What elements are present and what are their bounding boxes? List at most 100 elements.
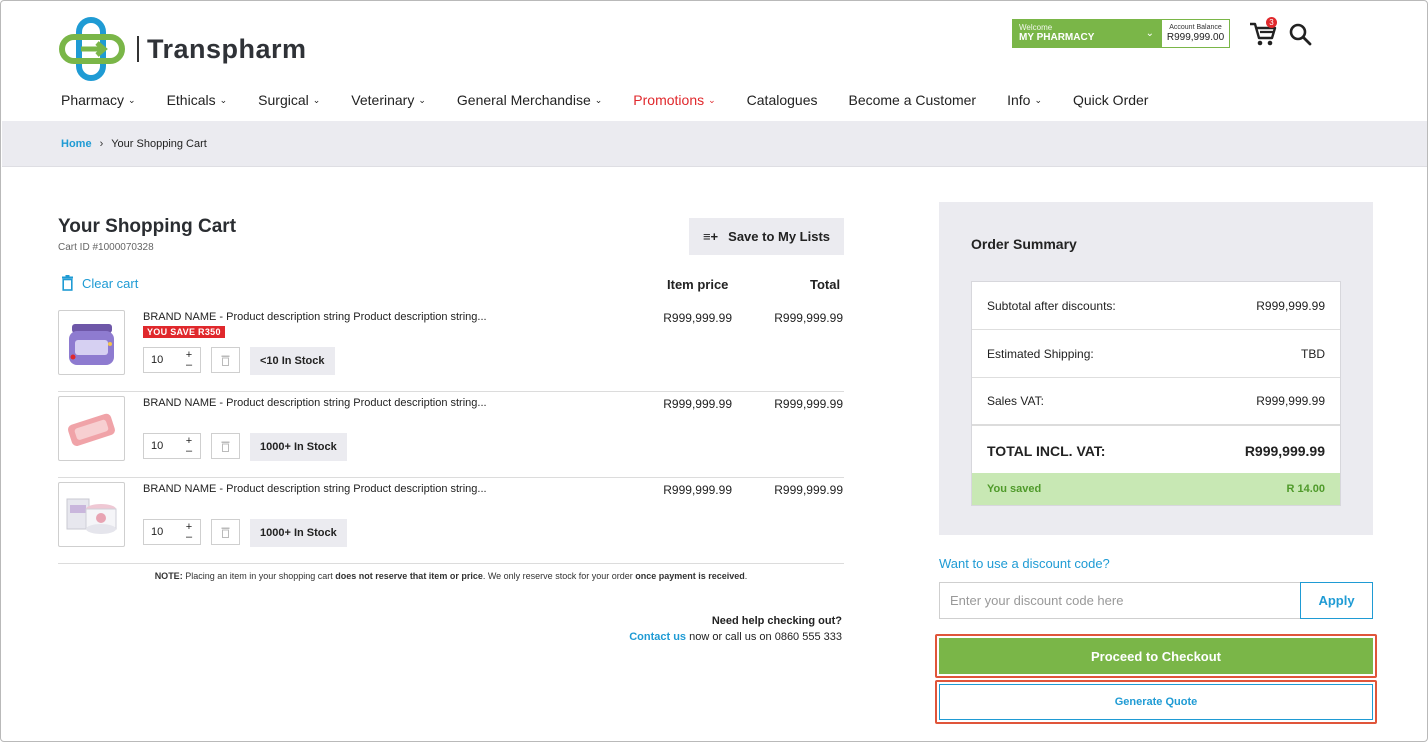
nav-veterinary[interactable]: Veterinary ⌄ bbox=[351, 92, 426, 108]
page-title: Your Shopping Cart bbox=[58, 216, 237, 237]
cart-row: BRAND NAME - Product description string … bbox=[58, 306, 844, 392]
decrement-icon[interactable]: – bbox=[186, 360, 192, 371]
chevron-down-icon: ⌄ bbox=[418, 94, 426, 105]
nav-pharmacy[interactable]: Pharmacy ⌄ bbox=[61, 92, 136, 108]
cart-note: NOTE: Placing an item in your shopping c… bbox=[154, 571, 748, 581]
help-phone-text: now or call us on 0860 555 333 bbox=[686, 631, 842, 643]
product-thumbnail[interactable] bbox=[58, 396, 125, 461]
item-total: R999,999.99 bbox=[774, 483, 843, 497]
trash-icon bbox=[62, 275, 73, 291]
quantity-value[interactable]: 10 bbox=[144, 354, 181, 366]
nav-quick-order[interactable]: Quick Order bbox=[1073, 92, 1148, 108]
chevron-down-icon: ⌄ bbox=[219, 94, 228, 105]
cart-row: BRAND NAME - Product description string … bbox=[58, 478, 844, 564]
column-item-price: Item price bbox=[667, 277, 729, 292]
item-price: R999,999.99 bbox=[663, 397, 732, 411]
nav-catalogues[interactable]: Catalogues bbox=[747, 92, 818, 108]
account-balance: Account Balance R999,999.00 bbox=[1162, 20, 1229, 47]
discount-code-label[interactable]: Want to use a discount code? bbox=[939, 556, 1110, 571]
column-total: Total bbox=[810, 277, 841, 292]
product-description[interactable]: BRAND NAME - Product description string … bbox=[143, 483, 487, 495]
chevron-down-icon: ⌄ bbox=[312, 94, 321, 105]
clear-cart-button[interactable]: Clear cart bbox=[61, 275, 138, 291]
trash-icon bbox=[221, 355, 230, 366]
remove-item-button[interactable] bbox=[211, 433, 240, 459]
savings-bar: You saved R 14.00 bbox=[972, 473, 1340, 505]
playlist-add-icon: ≡+ bbox=[702, 229, 719, 244]
chevron-down-icon: ⌄ bbox=[1034, 94, 1042, 105]
nav-become-a-customer[interactable]: Become a Customer bbox=[848, 92, 976, 108]
cart-row: BRAND NAME - Product description string … bbox=[58, 392, 844, 478]
breadcrumb-current: Your Shopping Cart bbox=[111, 138, 207, 150]
chevron-right-icon: › bbox=[99, 138, 104, 150]
stock-badge: 1000+ In Stock bbox=[250, 519, 347, 547]
generate-quote-button[interactable]: Generate Quote bbox=[939, 684, 1373, 720]
trash-icon bbox=[221, 441, 230, 452]
checkout-help: Need help checking out? Contact us now o… bbox=[629, 613, 842, 645]
summary-row-vat: Sales VAT: R999,999.99 bbox=[972, 378, 1340, 426]
product-description[interactable]: BRAND NAME - Product description string … bbox=[143, 397, 487, 409]
balance-value: R999,999.00 bbox=[1166, 32, 1225, 43]
breadcrumb-home-link[interactable]: Home bbox=[61, 138, 92, 150]
logo-divider bbox=[137, 36, 139, 62]
search-icon[interactable] bbox=[1288, 22, 1312, 46]
breadcrumb: Home › Your Shopping Cart bbox=[61, 138, 207, 150]
nav-general-merchandise[interactable]: General Merchandise ⌄ bbox=[457, 92, 602, 108]
remove-item-button[interactable] bbox=[211, 347, 240, 373]
quantity-value[interactable]: 10 bbox=[144, 440, 181, 452]
stock-badge: 1000+ In Stock bbox=[250, 433, 347, 461]
quantity-stepper[interactable]: 10 + – bbox=[143, 519, 201, 545]
decrement-icon[interactable]: – bbox=[186, 532, 192, 543]
decrement-icon[interactable]: – bbox=[186, 446, 192, 457]
chevron-down-icon: ⌄ bbox=[128, 94, 136, 105]
jar-icon bbox=[69, 324, 114, 365]
brand-logo[interactable]: Transpharm bbox=[59, 17, 307, 81]
page-frame: Transpharm Welcome MY PHARMACY ⌄ Account… bbox=[0, 0, 1428, 742]
box-icon bbox=[66, 498, 117, 534]
product-thumbnail[interactable] bbox=[58, 482, 125, 547]
quantity-stepper[interactable]: 10 + – bbox=[143, 433, 201, 459]
nav-promotions[interactable]: Promotions ⌄ bbox=[633, 92, 715, 108]
help-title: Need help checking out? bbox=[711, 615, 842, 627]
chevron-down-icon: ⌄ bbox=[594, 94, 603, 105]
soap-icon bbox=[67, 413, 115, 446]
savings-badge: YOU SAVE R350 bbox=[143, 326, 225, 338]
main-nav: Pharmacy ⌄ Ethicals ⌄ Surgical ⌄ Veterinary… bbox=[61, 92, 1179, 108]
quantity-value[interactable]: 10 bbox=[144, 526, 181, 538]
account-name-dropdown[interactable]: Welcome MY PHARMACY ⌄ bbox=[1013, 20, 1162, 47]
order-summary-table: Subtotal after discounts: R999,999.99 Es… bbox=[971, 281, 1341, 506]
item-price: R999,999.99 bbox=[663, 311, 732, 325]
summary-row-shipping: Estimated Shipping: TBD bbox=[972, 330, 1340, 378]
order-summary-title: Order Summary bbox=[971, 236, 1077, 252]
product-description[interactable]: BRAND NAME - Product description string … bbox=[143, 311, 487, 323]
product-thumbnail[interactable] bbox=[58, 310, 125, 375]
item-total: R999,999.99 bbox=[774, 397, 843, 411]
nav-ethicals[interactable]: Ethicals ⌄ bbox=[167, 92, 228, 108]
welcome-label: Welcome bbox=[1019, 23, 1053, 32]
contact-us-link[interactable]: Contact us bbox=[629, 631, 686, 643]
nav-surgical[interactable]: Surgical ⌄ bbox=[258, 92, 320, 108]
remove-item-button[interactable] bbox=[211, 519, 240, 545]
balance-label: Account Balance bbox=[1169, 24, 1222, 31]
cart-id: Cart ID #1000070328 bbox=[58, 242, 154, 253]
trash-icon bbox=[221, 527, 230, 538]
quantity-stepper[interactable]: 10 + – bbox=[143, 347, 201, 373]
item-price: R999,999.99 bbox=[663, 483, 732, 497]
stock-badge: <10 In Stock bbox=[250, 347, 335, 375]
breadcrumb-bar: Home › Your Shopping Cart bbox=[2, 121, 1427, 167]
cart-count-badge: 3 bbox=[1266, 17, 1277, 28]
item-total: R999,999.99 bbox=[774, 311, 843, 325]
save-to-lists-button[interactable]: ≡+ Save to My Lists bbox=[689, 218, 844, 255]
discount-code-input[interactable] bbox=[939, 582, 1301, 619]
nav-info[interactable]: Info ⌄ bbox=[1007, 92, 1042, 108]
chevron-down-icon: ⌄ bbox=[708, 94, 716, 105]
proceed-to-checkout-button[interactable]: Proceed to Checkout bbox=[939, 638, 1373, 674]
order-summary-panel: Order Summary Subtotal after discounts: … bbox=[939, 202, 1373, 535]
cross-arrows-logo-icon bbox=[59, 17, 125, 81]
brand-name: Transpharm bbox=[147, 33, 307, 64]
summary-row-total: TOTAL INCL. VAT: R999,999.99 bbox=[987, 443, 1325, 459]
chevron-down-icon: ⌄ bbox=[1145, 28, 1154, 39]
account-name: MY PHARMACY bbox=[1019, 32, 1095, 43]
apply-discount-button[interactable]: Apply bbox=[1300, 582, 1373, 619]
account-switcher[interactable]: Welcome MY PHARMACY ⌄ Account Balance R9… bbox=[1012, 19, 1230, 48]
